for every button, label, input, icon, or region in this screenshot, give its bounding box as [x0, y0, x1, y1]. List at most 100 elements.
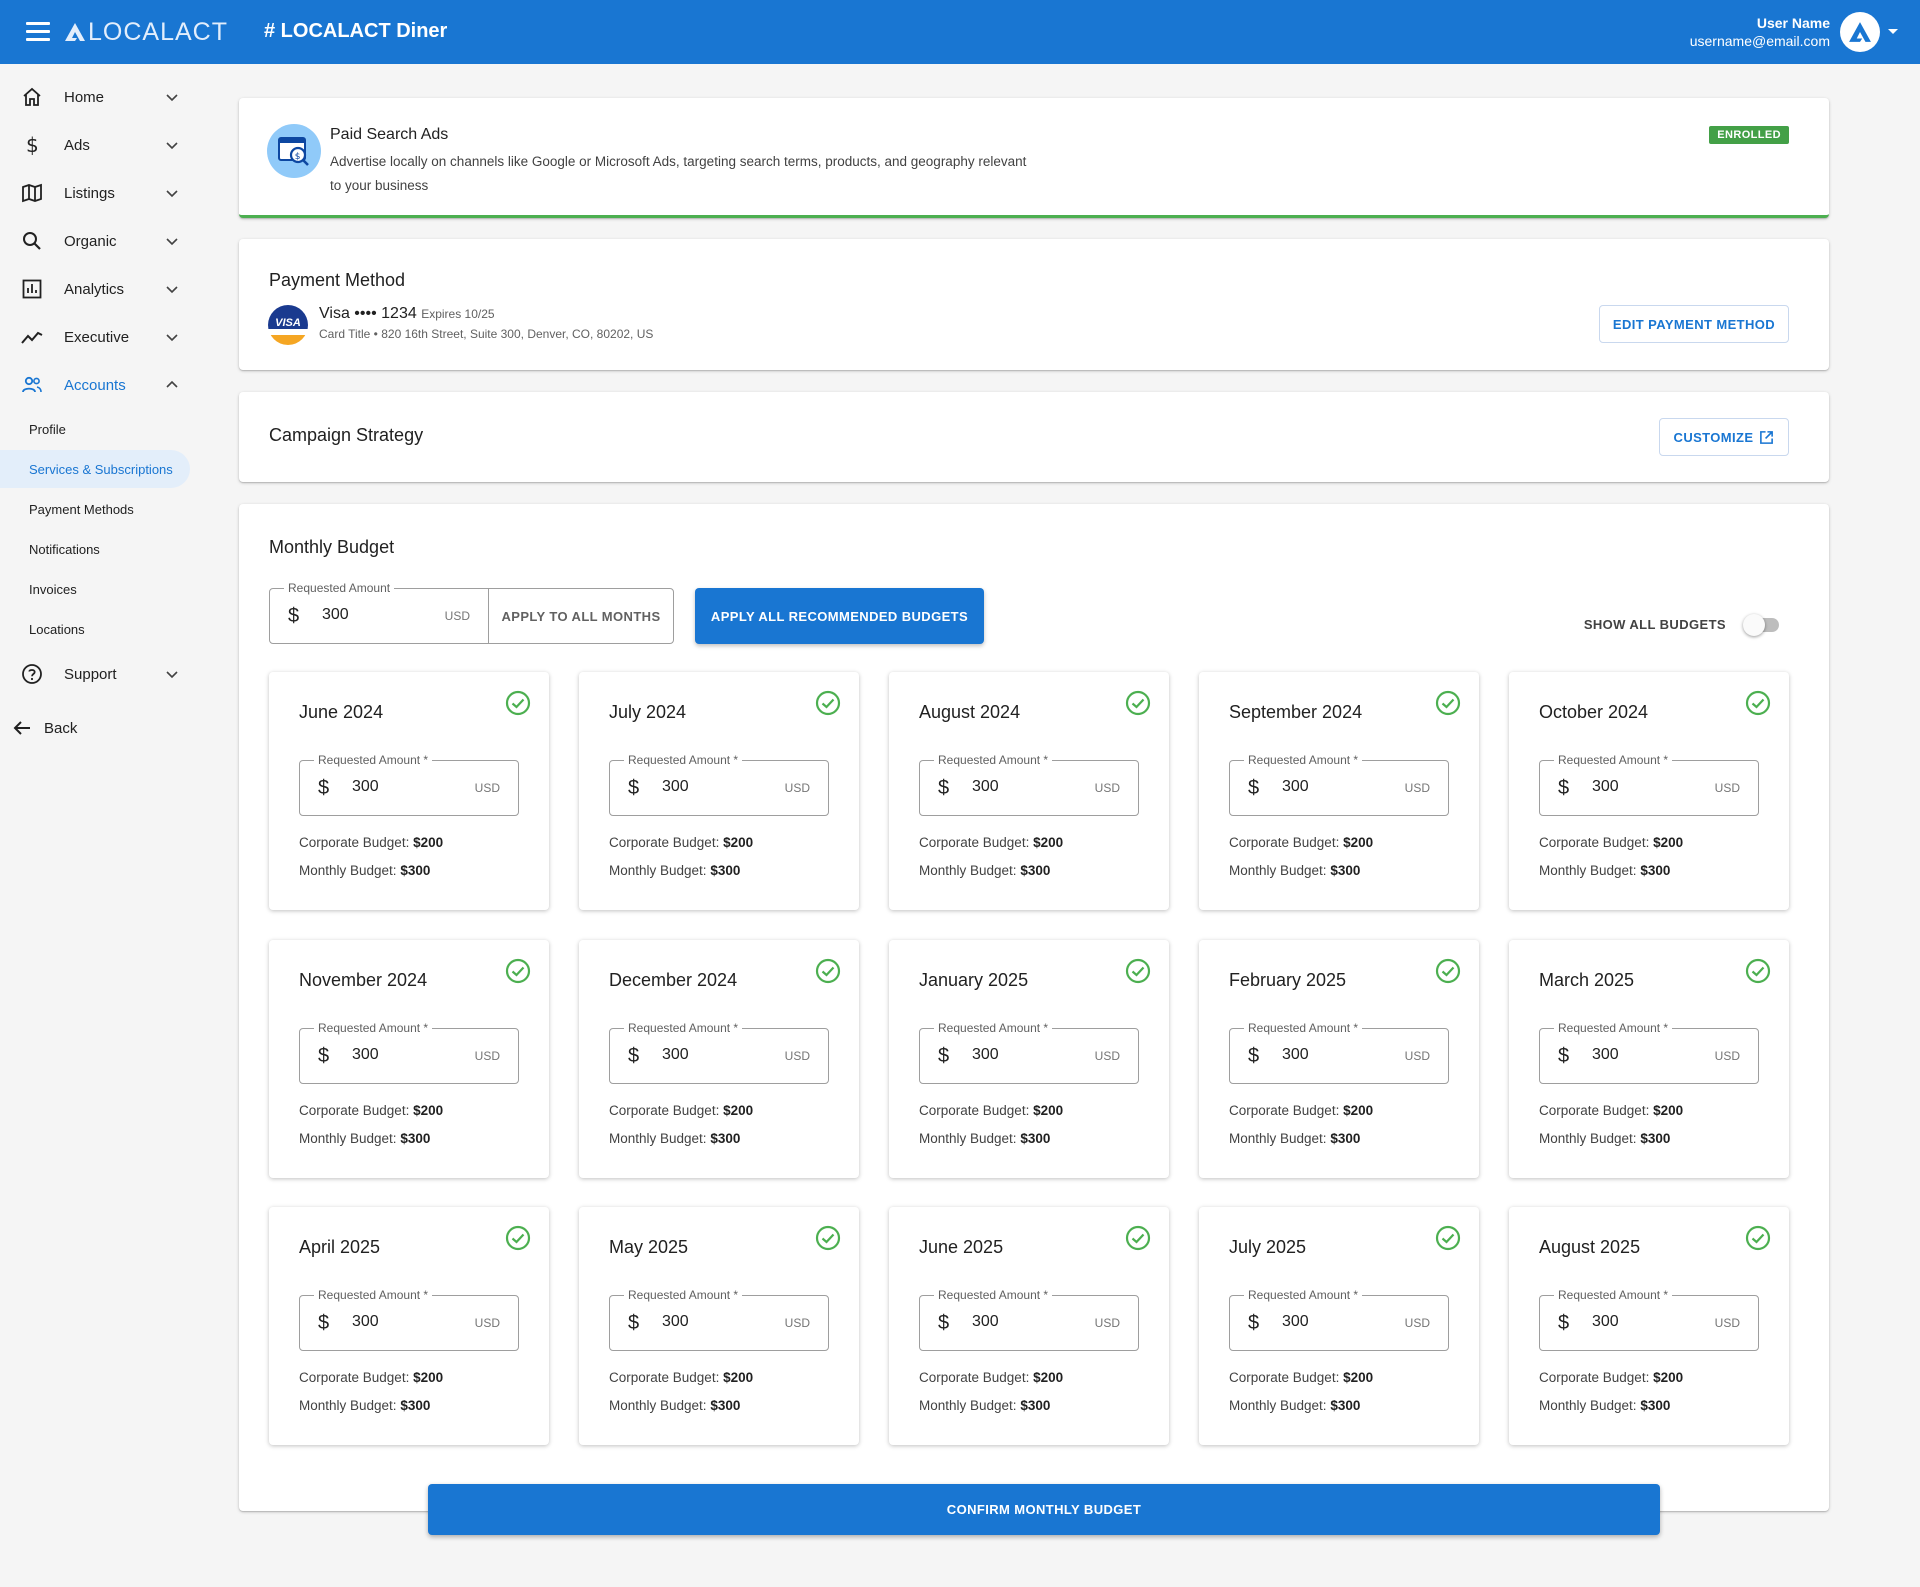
- sidebar-item-ads[interactable]: $ Ads: [0, 121, 192, 169]
- month-requested-amount-input[interactable]: Requested Amount * $300 USD: [1539, 1021, 1759, 1084]
- visa-logo-text: VISA: [275, 317, 301, 329]
- dollar-icon: $: [1558, 1312, 1570, 1334]
- show-all-budgets-toggle[interactable]: [1743, 614, 1779, 636]
- month-requested-amount-input[interactable]: Requested Amount * $300 USD: [919, 1288, 1139, 1351]
- month-budget-card: February 2025 Requested Amount * $300 USD Co…: [1199, 940, 1479, 1178]
- month-requested-amount-input[interactable]: Requested Amount * $300 USD: [1229, 1288, 1449, 1351]
- month-requested-amount-input[interactable]: Requested Amount * $300 USD: [1539, 753, 1759, 816]
- monthly-budget-line: Monthly Budget: $300: [1229, 1131, 1360, 1146]
- corporate-budget-label: Corporate Budget:: [1229, 835, 1340, 850]
- monthly-budget-value: $300: [1330, 1131, 1361, 1146]
- corporate-budget-line: Corporate Budget: $200: [1539, 1370, 1683, 1385]
- service-title: Paid Search Ads: [330, 126, 449, 143]
- sidebar-subitem-notifications[interactable]: Notifications: [0, 530, 190, 568]
- field-value: 300: [1592, 1313, 1619, 1330]
- month-requested-amount-input[interactable]: Requested Amount * $300 USD: [1229, 1021, 1449, 1084]
- check-circle-icon: [505, 690, 531, 716]
- month-budget-card: August 2024 Requested Amount * $300 USD Corp…: [889, 672, 1169, 910]
- apply-to-all-months-button[interactable]: APPLY TO ALL MONTHS: [488, 588, 674, 644]
- field-label: Requested Amount *: [624, 1021, 743, 1035]
- dollar-icon: $: [1558, 1045, 1570, 1067]
- corporate-budget-line: Corporate Budget: $200: [1229, 1370, 1373, 1385]
- month-requested-amount-input[interactable]: Requested Amount * $300 USD: [609, 753, 829, 816]
- caret-down-icon[interactable]: [1888, 29, 1898, 34]
- corporate-budget-line: Corporate Budget: $200: [299, 1370, 443, 1385]
- month-title: November 2024: [299, 970, 428, 990]
- customize-button[interactable]: CUSTOMIZE: [1659, 418, 1789, 456]
- visa-card-icon: VISA: [268, 305, 308, 345]
- field-value: 300: [662, 1313, 689, 1330]
- people-icon: [22, 376, 42, 393]
- month-budget-card: June 2024 Requested Amount * $300 USD Corpor…: [269, 672, 549, 910]
- corporate-budget-line: Corporate Budget: $200: [919, 1370, 1063, 1385]
- month-requested-amount-input[interactable]: Requested Amount * $300 USD: [299, 1288, 519, 1351]
- monthly-budget-label: Monthly Budget:: [1229, 863, 1327, 878]
- sidebar-item-home[interactable]: Home: [0, 73, 192, 121]
- sidebar-subitem-payment-methods[interactable]: Payment Methods: [0, 490, 190, 528]
- month-requested-amount-input[interactable]: Requested Amount * $300 USD: [919, 1021, 1139, 1084]
- sidebar-item-support[interactable]: Support: [0, 650, 192, 698]
- apply-all-recommended-budgets-button[interactable]: APPLY ALL RECOMMENDED BUDGETS: [695, 588, 984, 644]
- month-title: June 2025: [919, 1237, 1004, 1257]
- month-budget-card: October 2024 Requested Amount * $300 USD Cor…: [1509, 672, 1789, 910]
- field-label: Requested Amount *: [624, 1288, 743, 1302]
- monthly-budget-line: Monthly Budget: $300: [1539, 863, 1670, 878]
- sidebar-subitem-locations[interactable]: Locations: [0, 610, 190, 648]
- strategy-heading: Campaign Strategy: [269, 425, 424, 445]
- month-title: April 2025: [299, 1237, 381, 1257]
- sidebar-item-organic[interactable]: Organic: [0, 217, 192, 265]
- month-title: June 2024: [299, 702, 384, 722]
- requested-amount-input[interactable]: Requested Amount $ 300 USD: [269, 581, 489, 644]
- month-requested-amount-input[interactable]: Requested Amount * $300 USD: [609, 1021, 829, 1084]
- user-info[interactable]: User Name username@email.com: [1690, 14, 1830, 50]
- month-title: October 2024: [1539, 702, 1649, 722]
- corporate-budget-value: $200: [1343, 1103, 1374, 1118]
- check-circle-icon: [1435, 1225, 1461, 1251]
- customize-label: CUSTOMIZE: [1673, 429, 1754, 445]
- month-title: August 2025: [1539, 1237, 1641, 1257]
- field-label: Requested Amount *: [934, 1021, 1053, 1035]
- monthly-budget-value: $300: [710, 863, 741, 878]
- confirm-monthly-budget-button[interactable]: CONFIRM MONTHLY BUDGET: [428, 1484, 1660, 1535]
- sidebar-item-listings[interactable]: Listings: [0, 169, 192, 217]
- month-title: July 2024: [609, 702, 687, 722]
- chevron-down-icon: [166, 334, 178, 342]
- corporate-budget-line: Corporate Budget: $200: [919, 1103, 1063, 1118]
- monthly-budget-label: Monthly Budget:: [1229, 1131, 1327, 1146]
- menu-icon[interactable]: [26, 22, 50, 42]
- back-button[interactable]: Back: [0, 704, 192, 752]
- month-budget-card: September 2024 Requested Amount * $300 USD C…: [1199, 672, 1479, 910]
- status-badge: ENROLLED: [1709, 126, 1789, 144]
- field-label: Requested Amount *: [1554, 1288, 1673, 1302]
- month-requested-amount-input[interactable]: Requested Amount * $300 USD: [299, 753, 519, 816]
- month-requested-amount-input[interactable]: Requested Amount * $300 USD: [919, 753, 1139, 816]
- user-email: username@email.com: [1689, 33, 1830, 49]
- field-value: 300: [662, 1046, 689, 1063]
- month-requested-amount-input[interactable]: Requested Amount * $300 USD: [609, 1288, 829, 1351]
- monthly-budget-value: $300: [400, 1131, 431, 1146]
- sidebar-subitem-profile[interactable]: Profile: [0, 410, 190, 448]
- month-title: August 2024: [919, 702, 1021, 722]
- month-requested-amount-input[interactable]: Requested Amount * $300 USD: [299, 1021, 519, 1084]
- logo-mark-icon: [65, 23, 85, 41]
- month-requested-amount-input[interactable]: Requested Amount * $300 USD: [1229, 753, 1449, 816]
- corporate-budget-label: Corporate Budget:: [919, 1370, 1030, 1385]
- month-title: January 2025: [919, 970, 1029, 990]
- corporate-budget-label: Corporate Budget:: [919, 1103, 1030, 1118]
- chevron-down-icon: [166, 286, 178, 294]
- edit-payment-method-button[interactable]: EDIT PAYMENT METHOD: [1599, 305, 1789, 343]
- sidebar-item-analytics[interactable]: Analytics: [0, 265, 192, 313]
- sidebar-subitem-services-subscriptions[interactable]: Services & Subscriptions: [0, 450, 190, 488]
- sidebar-subitem-invoices[interactable]: Invoices: [0, 570, 190, 608]
- corporate-budget-value: $200: [1033, 835, 1064, 850]
- sidebar-item-executive[interactable]: Executive: [0, 313, 192, 361]
- dollar-icon: $: [1558, 777, 1570, 799]
- field-unit: USD: [474, 1049, 500, 1063]
- logo[interactable]: LOCALACT: [64, 18, 228, 46]
- month-requested-amount-input[interactable]: Requested Amount * $300 USD: [1539, 1288, 1759, 1351]
- field-label: Requested Amount *: [314, 1021, 433, 1035]
- chevron-up-icon: [166, 380, 178, 388]
- sidebar-item-accounts[interactable]: Accounts: [0, 361, 192, 409]
- avatar[interactable]: [1840, 12, 1880, 52]
- check-circle-icon: [1745, 1225, 1771, 1251]
